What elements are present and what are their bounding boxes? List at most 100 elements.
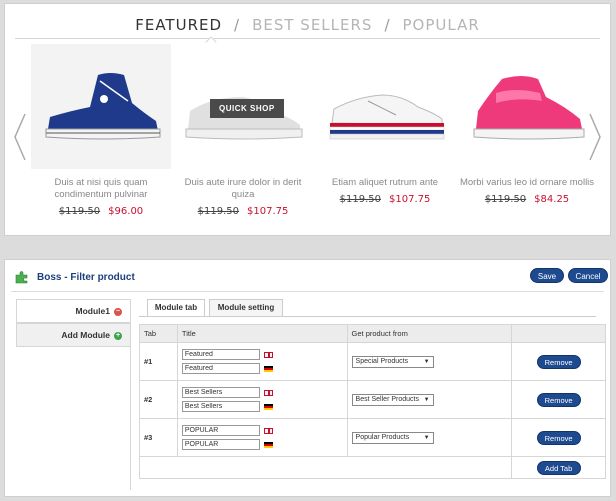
remove-button[interactable]: Remove <box>536 430 581 445</box>
de-flag-icon <box>263 365 273 372</box>
product-image[interactable] <box>315 44 455 169</box>
remove-button[interactable]: Remove <box>536 392 581 407</box>
product-image[interactable] <box>31 44 171 169</box>
product-name[interactable]: Etiam aliquet rutrum ante <box>315 177 455 189</box>
table-row: #3 Popular Products ▼ Remove <box>139 418 606 457</box>
product-prices: $119.50 $84.25 <box>457 194 597 205</box>
tab-popular[interactable]: POPULAR <box>403 16 480 34</box>
tab-separator: / <box>384 16 391 34</box>
product-source-select[interactable]: Popular Products ▼ <box>351 431 434 444</box>
source-cell: Special Products ▼ <box>346 342 513 381</box>
new-price: $107.75 <box>389 194 431 205</box>
cancel-button[interactable]: Cancel <box>568 268 608 283</box>
tab-best-sellers[interactable]: BEST SELLERS <box>252 16 372 34</box>
add-tab-button[interactable]: Add Tab <box>536 460 581 475</box>
product-card[interactable]: Etiam aliquet rutrum ante $119.50 $107.75 <box>315 44 455 205</box>
product-name[interactable]: Morbi varius leo id ornare mollis <box>457 177 597 189</box>
tab-underline <box>15 38 600 39</box>
title-field-en[interactable] <box>181 349 260 360</box>
footer-spacer <box>138 456 513 479</box>
select-value: Best Seller Products <box>355 395 419 403</box>
title-cell <box>176 380 348 419</box>
add-tab-cell: Add Tab <box>511 456 606 479</box>
dropdown-arrow-icon: ▼ <box>423 434 430 441</box>
module-sidebar: Module1− Add Module + <box>16 299 130 347</box>
new-price: $107.75 <box>247 206 289 217</box>
old-price: $119.50 <box>197 206 239 217</box>
product-source-select[interactable]: Best Seller Products ▼ <box>351 393 434 406</box>
action-cell: Remove <box>511 418 606 457</box>
product-source-select[interactable]: Special Products ▼ <box>351 355 434 368</box>
product-card[interactable]: Duis at nisi quis quam condimentum pulvin… <box>31 44 171 217</box>
column-header: Get product from <box>346 324 513 343</box>
product-name-line[interactable]: Etiam aliquet rutrum ante <box>332 177 438 188</box>
product-name-line[interactable]: condimentum pulvinar <box>55 189 148 200</box>
remove-module-icon[interactable]: − <box>114 307 122 316</box>
de-flag-icon <box>263 403 273 410</box>
title-cell <box>176 418 348 457</box>
product-name-line[interactable]: Duis at nisi quis quam <box>55 177 148 188</box>
product-prices: $119.50 $96.00 <box>31 206 171 217</box>
title-cell <box>176 342 348 381</box>
table-row: #2 Best Seller Products ▼ Remove <box>139 380 606 419</box>
select-value: Special Products <box>355 357 409 365</box>
old-price: $119.50 <box>339 194 381 205</box>
uk-flag-icon <box>263 427 273 434</box>
tab-number: #3 <box>139 418 178 457</box>
column-header: Tab <box>139 324 178 343</box>
tab-number: #2 <box>139 380 178 419</box>
quick-shop-button[interactable]: QUICK SHOP <box>210 99 284 118</box>
table-header-row: Tab Title Get product from <box>139 324 606 343</box>
admin-panel: Boss - Filter product Save Cancel Module… <box>4 259 611 497</box>
select-value: Popular Products <box>355 433 410 441</box>
product-prices: $119.50 $107.75 <box>173 206 313 217</box>
title-field-de[interactable] <box>181 363 260 374</box>
product-name-line[interactable]: Duis aute irure dolor in derit <box>185 177 302 188</box>
source-cell: Best Seller Products ▼ <box>346 380 513 419</box>
add-module-icon[interactable]: + <box>114 331 122 340</box>
action-cell: Remove <box>511 342 606 381</box>
title-field-de[interactable] <box>181 401 260 412</box>
table-row: #1 Special Products ▼ Remove <box>139 342 606 381</box>
product-image[interactable]: QUICK SHOP <box>173 44 313 169</box>
old-price: $119.50 <box>484 194 527 205</box>
de-flag-icon <box>263 441 273 448</box>
title-field-en[interactable] <box>181 425 260 436</box>
product-name-line[interactable]: Morbi varius leo id ornare mollis <box>460 177 594 188</box>
dropdown-arrow-icon: ▼ <box>423 358 430 365</box>
page-title: Boss - Filter product <box>37 272 135 283</box>
product-prices: $119.50 $107.75 <box>315 194 455 205</box>
uk-flag-icon <box>263 389 273 396</box>
carousel-prev-arrow[interactable] <box>13 112 27 162</box>
sidebar-item-module1[interactable]: Module1− <box>16 299 130 323</box>
product-tabs: FEATURED / BEST SELLERS / POPULAR <box>5 16 610 34</box>
tab-module-setting[interactable]: Module setting <box>209 299 283 317</box>
action-cell: Remove <box>511 380 606 419</box>
subtab-divider <box>139 316 596 317</box>
product-image[interactable] <box>457 44 597 169</box>
column-header: Title <box>176 324 348 343</box>
product-card[interactable]: QUICK SHOP Duis aute irure dolor in deri… <box>173 44 313 217</box>
tabs-table: Tab Title Get product from #1 Special Pr… <box>138 324 606 479</box>
tab-featured[interactable]: FEATURED <box>135 16 222 34</box>
sneaker-pink-image <box>473 75 585 139</box>
title-field-de[interactable] <box>181 439 260 450</box>
product-name-line[interactable]: quiza <box>232 189 255 200</box>
sidebar-item-label: Add Module <box>61 330 110 340</box>
sidebar-item-add-module[interactable]: Add Module + <box>16 323 130 347</box>
product-name[interactable]: Duis at nisi quis quam condimentum pulvin… <box>31 177 171 201</box>
tab-number: #1 <box>139 342 178 381</box>
product-name[interactable]: Duis aute irure dolor in derit quiza <box>173 177 313 201</box>
save-button[interactable]: Save <box>530 268 564 283</box>
puzzle-icon <box>15 271 28 284</box>
tab-separator: / <box>234 16 241 34</box>
old-price: $119.50 <box>58 206 101 217</box>
sidebar-item-label: Module1 <box>75 306 110 316</box>
dropdown-arrow-icon: ▼ <box>423 396 430 403</box>
product-card[interactable]: Morbi varius leo id ornare mollis $119.5… <box>457 44 597 205</box>
title-field-en[interactable] <box>181 387 260 398</box>
source-cell: Popular Products ▼ <box>346 418 513 457</box>
sneaker-high-top-image <box>45 72 161 139</box>
tab-module-tab[interactable]: Module tab <box>147 299 205 317</box>
remove-button[interactable]: Remove <box>536 354 581 369</box>
